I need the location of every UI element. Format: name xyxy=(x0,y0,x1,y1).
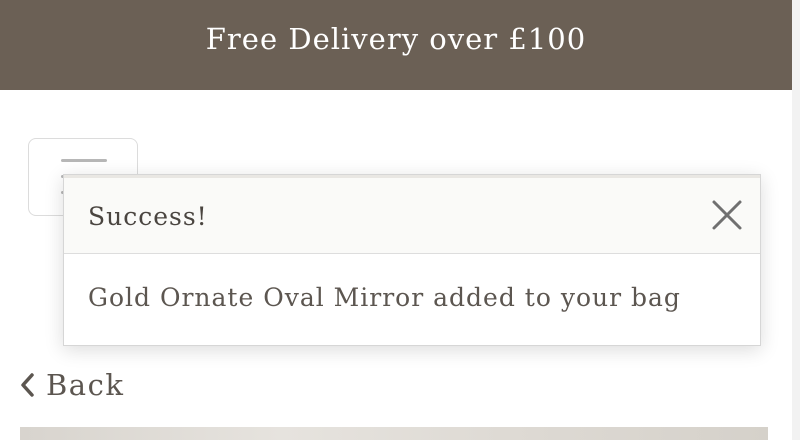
add-to-bag-notification: Success! Gold Ornate Oval Mirror added t… xyxy=(63,174,761,346)
notification-message: Gold Ornate Oval Mirror added to your ba… xyxy=(88,283,681,312)
back-label: Back xyxy=(46,368,125,402)
notification-header: Success! xyxy=(64,175,760,254)
notification-title: Success! xyxy=(88,202,208,231)
back-link[interactable]: Back xyxy=(18,368,124,402)
promo-text: Free Delivery over £100 xyxy=(205,22,587,56)
page: Free Delivery over £100 Success! Gold Or… xyxy=(0,0,800,440)
product-image xyxy=(20,427,768,440)
scrollbar[interactable] xyxy=(792,0,800,440)
close-button[interactable] xyxy=(710,198,744,232)
chevron-left-icon xyxy=(21,373,34,397)
close-icon xyxy=(712,200,742,230)
promo-banner: Free Delivery over £100 xyxy=(0,0,792,90)
